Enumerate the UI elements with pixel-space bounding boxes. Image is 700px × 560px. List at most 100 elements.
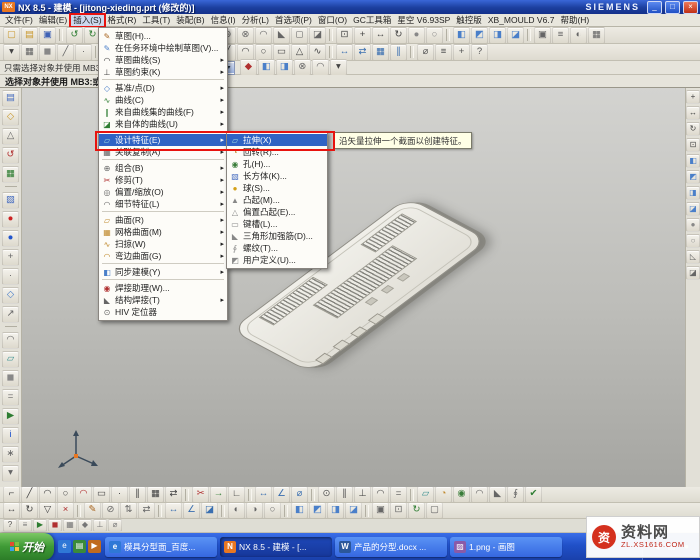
front-orient-icon[interactable]: ◧: [686, 154, 700, 168]
submenu-item-extrude[interactable]: ▱拉伸(X): [227, 134, 327, 146]
window-icon[interactable]: ▦: [588, 27, 605, 44]
menu-item-offset-scale[interactable]: ◎偏置/缩放(O)▸: [99, 186, 227, 198]
refresh-icon[interactable]: ↻: [408, 503, 425, 519]
chamfer-icon[interactable]: ◣: [273, 27, 290, 44]
save-icon[interactable]: ▣: [39, 27, 56, 44]
thread-tool-icon[interactable]: ∮: [507, 487, 524, 503]
snapshot2-icon[interactable]: ▣: [372, 503, 389, 519]
menu-window[interactable]: 窗口(O): [315, 14, 350, 27]
constraint-navigator-icon[interactable]: △: [2, 128, 19, 145]
top-orient-icon[interactable]: ◩: [686, 170, 700, 184]
show-hide-icon[interactable]: ◑: [246, 503, 263, 519]
inside-selection-icon[interactable]: ◧: [258, 59, 275, 76]
snap-toggle-icon[interactable]: ◆: [78, 519, 92, 532]
top-view-icon[interactable]: ◩: [471, 27, 488, 44]
replace-icon[interactable]: ⇄: [138, 503, 155, 519]
taskbar-item-word[interactable]: W产品的分型.docx ...: [335, 537, 447, 557]
angular-dimension-icon[interactable]: ∠: [273, 487, 290, 503]
wcs-icon[interactable]: +: [453, 44, 470, 61]
taskbar-item-paint[interactable]: ▨1.png - 画图: [450, 537, 562, 557]
section-analysis-icon[interactable]: ◪: [201, 503, 218, 519]
plane-tool-icon[interactable]: ◇: [2, 287, 19, 304]
new-icon[interactable]: ▢: [3, 27, 20, 44]
menu-item-hiv-locator[interactable]: ⊙HIV 定位器: [99, 306, 227, 318]
menu-analysis[interactable]: 分析(L): [239, 14, 272, 27]
menu-information[interactable]: 信息(I): [208, 14, 239, 27]
offset-curve-icon[interactable]: ∥: [129, 487, 146, 503]
coincident-icon[interactable]: ⊙: [318, 487, 335, 503]
radial-dimension-icon[interactable]: ⌀: [291, 487, 308, 503]
reorder-icon[interactable]: ⇅: [120, 503, 137, 519]
help-icon[interactable]: ?: [471, 44, 488, 61]
command-finder-icon[interactable]: ?: [3, 519, 17, 532]
orient-iso-icon[interactable]: ◪: [345, 503, 362, 519]
intersect-icon[interactable]: ⊗: [237, 27, 254, 44]
menu-item-sketch-in-task-env[interactable]: ✎在任务环境中绘制草图(V)...: [99, 42, 227, 54]
shaded-view-icon[interactable]: ●: [408, 27, 425, 44]
menu-item-curve-from-curve-set[interactable]: ∥来自曲线集的曲线(F)▸: [99, 106, 227, 118]
blend2-icon[interactable]: ◠: [471, 487, 488, 503]
parallel-icon[interactable]: ∥: [336, 487, 353, 503]
expression-icon[interactable]: =: [2, 389, 19, 406]
full-screen-icon[interactable]: ▢: [426, 503, 443, 519]
highlight-selection-icon[interactable]: ◆: [240, 59, 257, 76]
menu-item-datum-point[interactable]: ◇基准/点(D)▸: [99, 82, 227, 94]
menu-tools[interactable]: 工具(T): [139, 14, 173, 27]
menu-item-combine[interactable]: ⊕组合(B)▸: [99, 162, 227, 174]
assembly-navigator-icon[interactable]: ◇: [2, 109, 19, 126]
point-tool-icon[interactable]: ∙: [2, 268, 19, 285]
arc2-icon[interactable]: ◠: [39, 487, 56, 503]
grid-toggle-icon[interactable]: ▦: [63, 519, 77, 532]
scroll-handle-icon[interactable]: ▾: [2, 465, 19, 482]
select-face-icon[interactable]: ◼: [39, 44, 56, 61]
select-all-icon[interactable]: ▦: [21, 44, 38, 61]
pan-icon[interactable]: ↔: [372, 27, 389, 44]
rotate-view-icon[interactable]: ↻: [390, 27, 407, 44]
submenu-item-block[interactable]: ▧长方体(K)...: [227, 170, 327, 182]
start-button[interactable]: 开始: [0, 533, 54, 560]
pattern-icon[interactable]: ▦: [372, 44, 389, 61]
finish-icon[interactable]: ✔: [525, 487, 542, 503]
part-navigator-icon[interactable]: ▤: [2, 90, 19, 107]
suppress-icon[interactable]: ⊘: [102, 503, 119, 519]
chamfer2-icon[interactable]: ◣: [489, 487, 506, 503]
maximize-button[interactable]: □: [665, 1, 680, 14]
menu-item-sketch-constraint[interactable]: ⊥草图约束(K)▸: [99, 66, 227, 78]
extrude2-icon[interactable]: ▱: [417, 487, 434, 503]
submenu-item-sphere[interactable]: ●球(S)...: [227, 182, 327, 194]
submenu-item-revolve[interactable]: ◔回转(R)...: [227, 146, 327, 158]
quick-launch-browser-icon[interactable]: e: [58, 540, 71, 553]
menu-item-curve[interactable]: ∿曲线(C)▸: [99, 94, 227, 106]
surface-tool-icon[interactable]: ▱: [2, 351, 19, 368]
perspective-icon[interactable]: ◺: [686, 250, 700, 264]
settings-icon[interactable]: ∗: [2, 446, 19, 463]
menu-preferences[interactable]: 首选项(P): [272, 14, 315, 27]
shell-icon[interactable]: ◻: [291, 27, 308, 44]
pan-view-icon[interactable]: ↔: [686, 106, 700, 120]
offset-icon[interactable]: ∥: [390, 44, 407, 61]
red-marker-icon[interactable]: ●: [2, 211, 19, 228]
linear-dimension-icon[interactable]: ↔: [255, 487, 272, 503]
stop-journal-icon[interactable]: ◼: [48, 519, 62, 532]
menu-item-trim[interactable]: ✂修剪(T)▸: [99, 174, 227, 186]
side-view-icon[interactable]: ◨: [489, 27, 506, 44]
open-icon[interactable]: ▤: [21, 27, 38, 44]
menu-edit[interactable]: 编辑(E): [36, 14, 70, 27]
material-display-icon[interactable]: ◐: [570, 27, 587, 44]
dock-handle-icon[interactable]: ≡: [18, 519, 32, 532]
orient-front-icon[interactable]: ◧: [291, 503, 308, 519]
right-orient-icon[interactable]: ◨: [686, 186, 700, 200]
hole2-icon[interactable]: ◉: [453, 487, 470, 503]
csys-triad[interactable]: [56, 426, 102, 472]
select-vertex-icon[interactable]: ∙: [75, 44, 92, 61]
menu-item-design-feature[interactable]: ▱设计特征(E)▸: [99, 134, 227, 146]
point2-icon[interactable]: ∙: [111, 487, 128, 503]
profile-icon[interactable]: ⌐: [3, 487, 20, 503]
quick-launch-media-icon[interactable]: ▶: [88, 540, 101, 553]
menu-assemblies[interactable]: 装配(B): [173, 14, 207, 27]
front-view-icon[interactable]: ◧: [453, 27, 470, 44]
move-object-icon[interactable]: ↔: [3, 503, 20, 519]
edit-parameters-icon[interactable]: ✎: [84, 503, 101, 519]
menu-item-sketch-curve[interactable]: ◠草图曲线(S)▸: [99, 54, 227, 66]
vector-tool-icon[interactable]: ↗: [2, 306, 19, 323]
